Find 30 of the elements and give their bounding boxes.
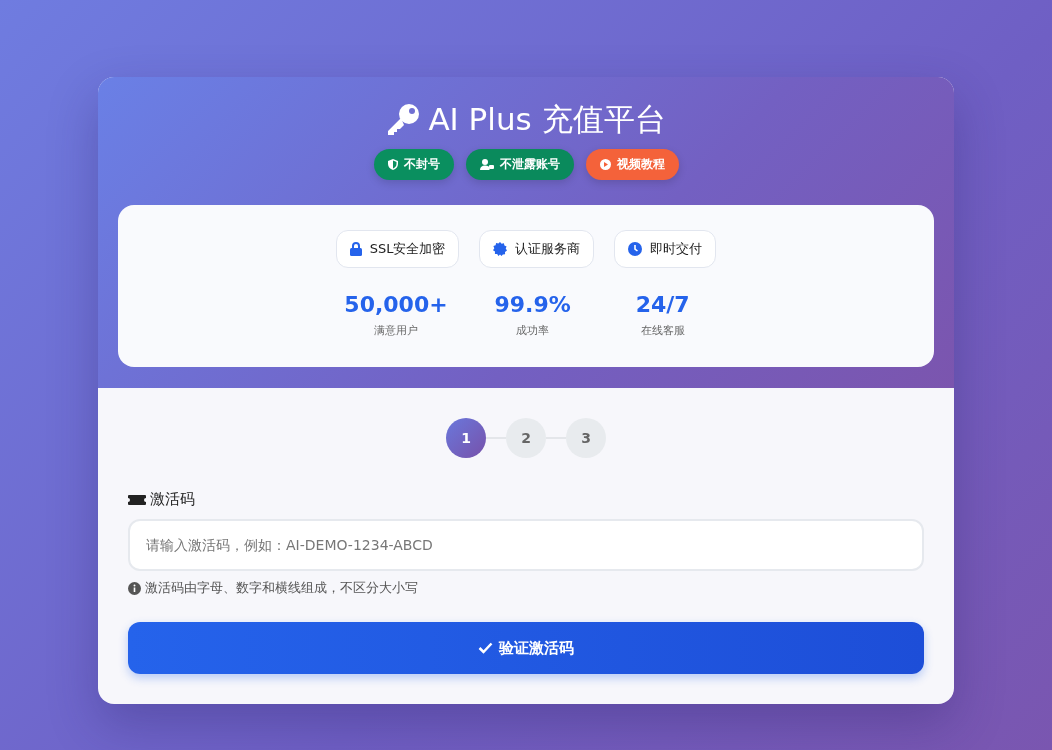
step-indicator: 3: [566, 418, 606, 458]
stat-label: 满意用户: [374, 323, 418, 338]
feature-chip: SSL安全加密: [335, 230, 460, 268]
checkmark-icon: [478, 642, 493, 654]
user-lock-icon: [479, 159, 494, 170]
key-icon: [386, 103, 421, 135]
badge: 不封号: [373, 149, 454, 180]
lock-icon: [349, 242, 362, 256]
feature-chip: 即时交付: [614, 230, 717, 268]
info-icon: [128, 581, 141, 595]
step-indicator: 1: [446, 418, 486, 458]
ticket-icon: [128, 494, 146, 505]
stat-label: 在线客服: [640, 323, 685, 338]
stat-value: 24/7: [635, 292, 690, 317]
stat-label: 成功率: [516, 323, 550, 338]
feature-chip: 认证服务商: [479, 230, 595, 268]
badge: 视频教程: [585, 149, 679, 180]
verify-button[interactable]: 验证激活码: [128, 622, 924, 674]
field-label: 激活码: [150, 490, 195, 509]
badge: 不泄露账号: [465, 149, 574, 180]
hint-text: 激活码由字母、数字和横线组成，不区分大小写: [145, 579, 418, 597]
activation-code-field[interactable]: 请输入激活码，例如：AI-DEMO-1234-ABCD: [128, 519, 924, 571]
clock-icon: [628, 242, 643, 256]
stat-value: 50,000+: [344, 292, 448, 317]
step-indicator: 2: [506, 418, 546, 458]
play-icon: [599, 159, 611, 170]
page-title: AI Plus 充值平台: [428, 100, 666, 139]
shield-icon: [387, 159, 398, 170]
stat-value: 99.9%: [494, 292, 571, 317]
seal-icon: [493, 242, 508, 256]
